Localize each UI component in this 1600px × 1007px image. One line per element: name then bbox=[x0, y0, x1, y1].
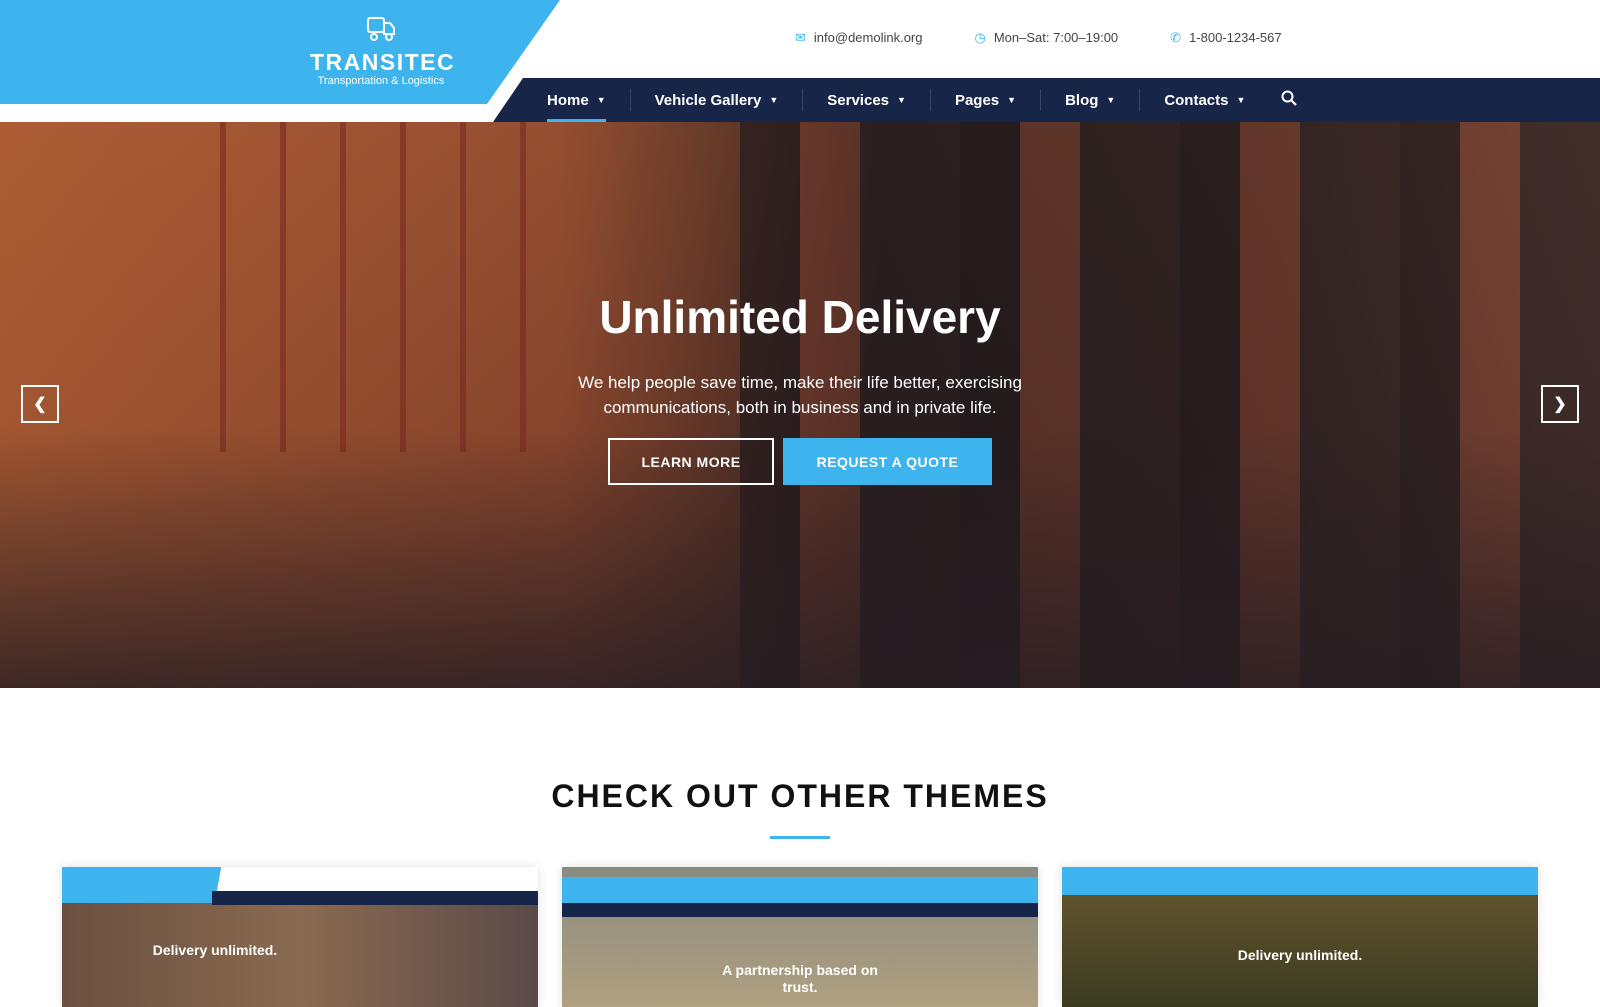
contact-email[interactable]: ✉ info@demolink.org bbox=[795, 30, 923, 46]
card-headline: A partnership based on trust. bbox=[722, 962, 878, 995]
mini-nav bbox=[562, 903, 1038, 917]
nav-services[interactable]: Services ▼ bbox=[803, 89, 931, 111]
card-headline: Delivery unlimited. bbox=[1237, 947, 1363, 963]
card-headline: Delivery unlimited. bbox=[152, 942, 278, 958]
theme-card[interactable]: Delivery unlimited. bbox=[62, 867, 538, 1007]
mini-nav bbox=[212, 891, 538, 905]
caret-down-icon: ▼ bbox=[1236, 95, 1246, 105]
hero-subtitle: We help people save time, make their lif… bbox=[578, 373, 1022, 417]
caret-down-icon: ▼ bbox=[1106, 95, 1116, 105]
nav-label: Vehicle Gallery bbox=[654, 91, 762, 109]
nav-label: Pages bbox=[954, 91, 1000, 109]
phone-text: 1-800-1234-567 bbox=[1189, 30, 1282, 45]
hero-image-poles bbox=[220, 122, 540, 452]
logo[interactable]: TRANSITEC Transportation & Logistics bbox=[310, 16, 456, 87]
nav-label: Blog bbox=[1065, 91, 1099, 109]
hero-slider: Unlimited Delivery We help people save t… bbox=[0, 122, 1600, 688]
main-nav: Home ▼ Vehicle Gallery ▼ Services ▼ Pages ▼ … bbox=[547, 78, 1298, 122]
contact-phone[interactable]: ✆ 1-800-1234-567 bbox=[1170, 30, 1281, 46]
chevron-left-icon[interactable]: ❮ bbox=[21, 385, 59, 423]
caret-down-icon: ▼ bbox=[1007, 95, 1017, 105]
nav-blog[interactable]: Blog ▼ bbox=[1041, 89, 1141, 111]
truck-icon bbox=[310, 16, 452, 47]
learn-more-button[interactable]: LEARN MORE bbox=[608, 438, 774, 485]
clock-icon: ◷ bbox=[974, 30, 986, 45]
brand-tagline: Transportation & Logistics bbox=[317, 75, 445, 87]
search-icon[interactable] bbox=[1281, 90, 1298, 111]
hero-title: Unlimited Delivery bbox=[599, 291, 1001, 343]
section-title: CHECK OUT OTHER THEMES bbox=[551, 778, 1049, 814]
contact-hours: ◷ Mon–Sat: 7:00–19:00 bbox=[975, 30, 1119, 46]
contact-bar: ✉ info@demolink.org ◷ Mon–Sat: 7:00–19:00 … bbox=[795, 30, 1282, 46]
nav-pages[interactable]: Pages ▼ bbox=[931, 89, 1042, 111]
nav-label: Home bbox=[547, 91, 589, 109]
title-divider bbox=[770, 836, 830, 839]
envelope-icon: ✉ bbox=[795, 30, 806, 45]
request-quote-button[interactable]: REQUEST A QUOTE bbox=[783, 438, 992, 485]
chevron-right-icon[interactable]: ❯ bbox=[1541, 385, 1579, 423]
caret-down-icon: ▼ bbox=[897, 95, 906, 105]
nav-label: Services bbox=[827, 91, 890, 109]
nav-vehicle-gallery[interactable]: Vehicle Gallery ▼ bbox=[631, 89, 804, 111]
nav-home[interactable]: Home ▼ bbox=[547, 89, 631, 122]
logo-band bbox=[0, 0, 560, 104]
phone-icon: ✆ bbox=[1170, 30, 1182, 45]
nav-label: Contacts bbox=[1164, 91, 1229, 109]
hours-text: Mon–Sat: 7:00–19:00 bbox=[993, 30, 1119, 45]
nav-contacts[interactable]: Contacts ▼ bbox=[1140, 89, 1269, 111]
theme-card[interactable]: Delivery unlimited. bbox=[1062, 867, 1538, 1007]
caret-down-icon: ▼ bbox=[596, 95, 606, 105]
brand-name: TRANSITEC bbox=[310, 49, 456, 75]
mini-header bbox=[1062, 867, 1538, 895]
email-text: info@demolink.org bbox=[813, 30, 923, 45]
mini-header bbox=[562, 877, 1038, 903]
theme-card[interactable]: A partnership based on trust. bbox=[562, 867, 1038, 1007]
caret-down-icon: ▼ bbox=[769, 95, 779, 105]
